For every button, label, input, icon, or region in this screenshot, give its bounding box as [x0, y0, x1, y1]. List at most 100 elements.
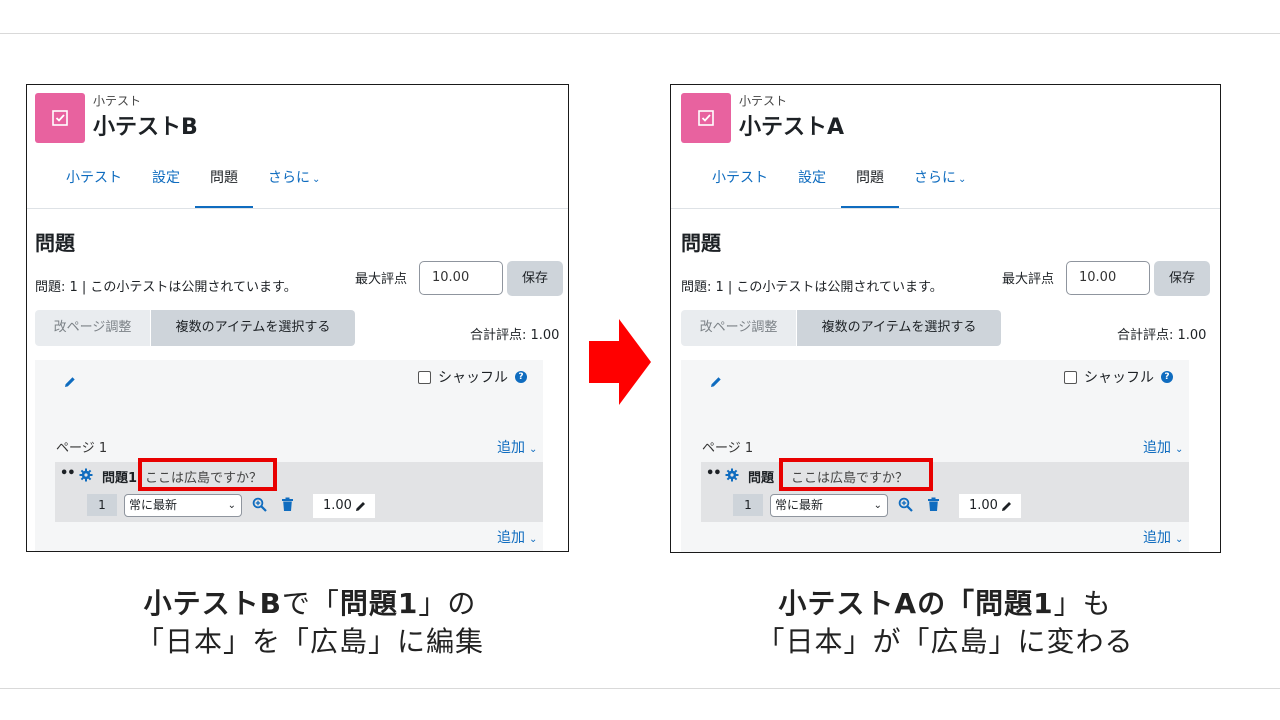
caption-left-text-a: で「 — [281, 587, 340, 620]
page-label: ページ 1 — [56, 441, 108, 456]
chevron-down-icon: ⌄ — [1175, 444, 1184, 455]
chevron-down-icon: ⌄ — [227, 500, 236, 511]
caption-left-line2: 「日本」を「広島」に編集 — [135, 625, 484, 658]
question-name[interactable]: 問題 — [748, 467, 774, 486]
quiz-title: 小テストA — [739, 115, 845, 140]
shuffle-checkbox[interactable] — [418, 370, 431, 384]
select-multiple-button[interactable]: 複数のアイテムを選択する — [797, 310, 1001, 346]
caption-right-line2: 「日本」が「広島」に変わる — [756, 625, 1134, 658]
quiz-panel-b: 小テスト 小テストB 小テスト 設定 問題 さらに ⌄ 問題 問題: 1 | この… — [26, 84, 569, 552]
tab-quiz[interactable]: 小テスト — [697, 159, 783, 207]
save-button[interactable]: 保存 — [1154, 261, 1210, 296]
help-icon[interactable]: ? — [1161, 371, 1173, 383]
shuffle-label: シャッフル — [438, 370, 508, 386]
add-label: 追加 — [497, 440, 525, 456]
tab-more[interactable]: さらに ⌄ — [899, 159, 981, 207]
quiz-title: 小テストB — [93, 115, 198, 140]
chevron-down-icon: ⌄ — [529, 534, 538, 545]
highlight-box — [779, 458, 933, 491]
trash-icon[interactable] — [281, 497, 294, 516]
max-mark-value: 1.00 — [969, 498, 998, 513]
add-menu-link[interactable]: 追加 ⌄ — [1143, 437, 1183, 457]
edit-section-pencil-icon[interactable] — [709, 374, 723, 393]
tab-settings[interactable]: 設定 — [137, 159, 195, 207]
add-menu-link-bottom[interactable]: 追加 ⌄ — [497, 527, 537, 547]
add-menu-link-bottom[interactable]: 追加 ⌄ — [1143, 527, 1183, 547]
slide-top-rule — [0, 33, 1280, 34]
add-label: 追加 — [1143, 440, 1171, 456]
chevron-down-icon: ⌄ — [873, 500, 882, 511]
max-grade-label: 最大評点 — [355, 272, 408, 287]
version-select[interactable]: 常に最新 ⌄ — [770, 494, 888, 517]
max-grade-input[interactable]: 10.00 — [1066, 261, 1150, 295]
slide-bottom-rule — [0, 688, 1280, 689]
tab-quiz[interactable]: 小テスト — [51, 159, 137, 207]
repaginate-button[interactable]: 改ページ調整 — [681, 310, 796, 346]
tab-questions[interactable]: 問題 — [841, 159, 899, 209]
module-type-label: 小テスト — [93, 94, 142, 108]
tab-more-label: さらに — [268, 170, 310, 186]
page-title: 問題 — [681, 231, 721, 255]
help-icon[interactable]: ? — [515, 371, 527, 383]
drag-handle-icon[interactable]: •• — [706, 466, 722, 481]
total-grade-text: 合計評点: 1.00 — [470, 328, 560, 343]
caption-right-bold-b: 問題1 — [975, 587, 1054, 620]
edit-section-pencil-icon[interactable] — [63, 374, 77, 393]
slot-number: 1 — [733, 494, 763, 516]
module-type-label: 小テスト — [739, 94, 788, 108]
pencil-icon — [356, 502, 365, 511]
quiz-status-text: 問題: 1 | この小テストは公開されています。 — [681, 280, 943, 295]
preview-magnifier-icon[interactable] — [898, 497, 913, 516]
quiz-module-icon — [681, 93, 731, 143]
quiz-panel-a: 小テスト 小テストA 小テスト 設定 問題 さらに ⌄ 問題 問題: 1 | この… — [670, 84, 1221, 553]
shuffle-toggle[interactable]: シャッフル ? — [1064, 367, 1173, 387]
shuffle-label: シャッフル — [1084, 370, 1154, 386]
gear-icon — [79, 467, 93, 486]
tab-more-label: さらに — [914, 170, 956, 186]
total-grade-text: 合計評点: 1.00 — [1117, 328, 1207, 343]
question-list-area: シャッフル ? ページ 1 追加 ⌄ •• 問題1 ここは広島ですか？ 1 常に最… — [35, 360, 543, 551]
max-mark-field[interactable]: 1.00 — [313, 494, 375, 518]
question-name[interactable]: 問題1 — [102, 467, 137, 486]
trash-icon[interactable] — [927, 497, 940, 516]
caption-right-line1: 小テストAの「問題1」も — [715, 585, 1175, 623]
repaginate-button[interactable]: 改ページ調整 — [35, 310, 150, 346]
save-button[interactable]: 保存 — [507, 261, 563, 296]
add-menu-link[interactable]: 追加 ⌄ — [497, 437, 537, 457]
caption-left-bold-a: 小テストB — [143, 587, 282, 620]
drag-handle-icon[interactable]: •• — [60, 466, 76, 481]
max-mark-value: 1.00 — [323, 498, 352, 513]
caption-left-text-b: 」の — [418, 587, 477, 620]
preview-magnifier-icon[interactable] — [252, 497, 267, 516]
chevron-down-icon: ⌄ — [312, 174, 321, 185]
nav-divider — [27, 208, 568, 209]
shuffle-checkbox[interactable] — [1064, 370, 1077, 384]
max-grade-input[interactable]: 10.00 — [419, 261, 503, 295]
chevron-down-icon: ⌄ — [529, 444, 538, 455]
version-select-value: 常に最新 — [775, 498, 824, 512]
caption-right-text-b: 」も — [1053, 587, 1112, 620]
caption-left-bold-b: 問題1 — [339, 587, 419, 620]
question-row: •• 問題 ここは広島ですか？ 1 常に最新 ⌄ 1.00 — [701, 458, 1189, 522]
max-mark-field[interactable]: 1.00 — [959, 494, 1021, 518]
page-title: 問題 — [35, 231, 75, 255]
tab-more[interactable]: さらに ⌄ — [253, 159, 335, 207]
shuffle-toggle[interactable]: シャッフル ? — [418, 367, 527, 387]
secondary-nav: 小テスト 設定 問題 さらに ⌄ — [51, 159, 335, 209]
quiz-module-icon — [35, 93, 85, 143]
pencil-icon — [1002, 502, 1011, 511]
question-row: •• 問題1 ここは広島ですか？ 1 常に最新 ⌄ 1.00 — [55, 458, 543, 522]
chevron-down-icon: ⌄ — [1175, 534, 1184, 545]
secondary-nav: 小テスト 設定 問題 さらに ⌄ — [697, 159, 981, 209]
quiz-status-text: 問題: 1 | この小テストは公開されています。 — [35, 280, 297, 295]
red-arrow-icon — [589, 319, 651, 409]
tab-settings[interactable]: 設定 — [783, 159, 841, 207]
select-multiple-button[interactable]: 複数のアイテムを選択する — [151, 310, 355, 346]
gear-icon — [725, 467, 739, 486]
question-list-area: シャッフル ? ページ 1 追加 ⌄ •• 問題 ここは広島ですか？ 1 常に最新… — [681, 360, 1189, 552]
slot-number: 1 — [87, 494, 117, 516]
version-select[interactable]: 常に最新 ⌄ — [124, 494, 242, 517]
add-label: 追加 — [1143, 530, 1171, 546]
tab-questions[interactable]: 問題 — [195, 159, 253, 209]
add-label: 追加 — [497, 530, 525, 546]
